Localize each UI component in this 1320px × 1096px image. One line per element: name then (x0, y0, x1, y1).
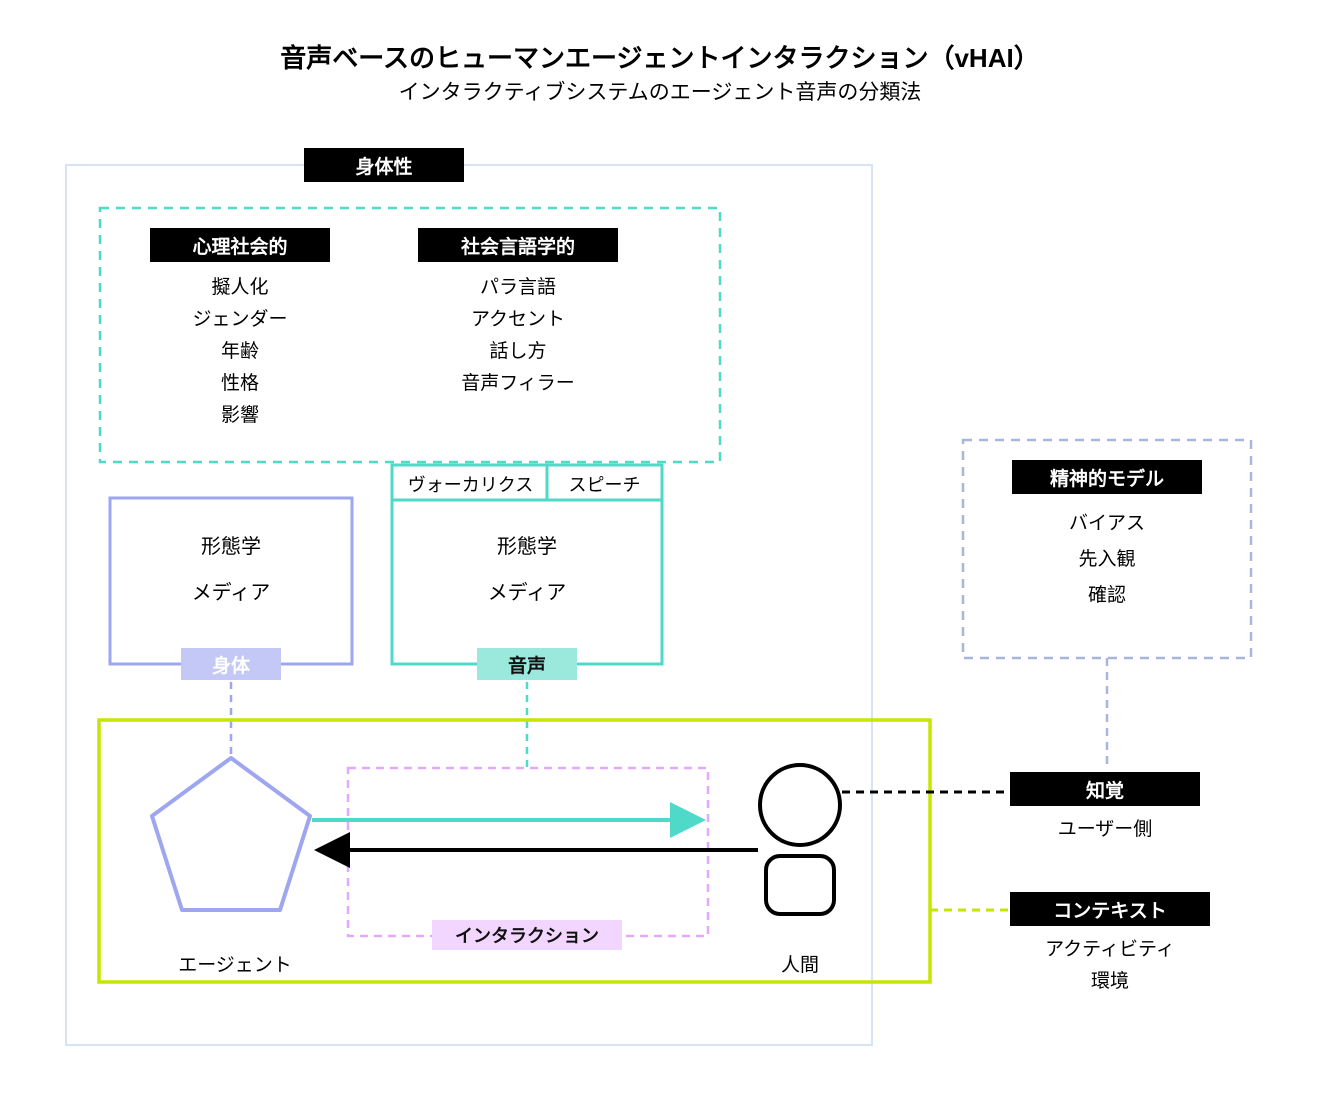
psychosocial-header: 心理社会的 (150, 228, 330, 262)
voice-footer: 音声 (477, 648, 577, 680)
interaction-label: インタラクション (432, 920, 622, 950)
list-item: 擬人化 (150, 272, 330, 299)
list-item: アクティビティ (1010, 934, 1210, 961)
voice-tab-vocalics: ヴォーカリクス (392, 471, 549, 497)
list-item: 環境 (1010, 966, 1210, 993)
list-item: 先入観 (1012, 544, 1202, 571)
agent-label: エージェント (160, 950, 310, 977)
human-label: 人間 (760, 950, 840, 977)
list-item: 形態学 (110, 530, 352, 559)
voice-tab-speech: スピーチ (547, 471, 662, 497)
list-item: アクセント (418, 304, 618, 331)
embodiment-header: 身体性 (304, 148, 464, 182)
diagram-canvas: 音声ベースのヒューマンエージェントインタラクション（vHAI） インタラクティブ… (0, 0, 1320, 1096)
perception-header: 知覚 (1010, 772, 1200, 806)
list-item: 性格 (150, 368, 330, 395)
mental-model-header: 精神的モデル (1012, 460, 1202, 494)
list-item: ジェンダー (150, 304, 330, 331)
perception-caption: ユーザー側 (1010, 814, 1200, 841)
list-item: バイアス (1012, 508, 1202, 535)
list-item: パラ言語 (418, 272, 618, 299)
list-item: 話し方 (418, 336, 618, 363)
sociolinguistic-header: 社会言語学的 (418, 228, 618, 262)
list-item: 形態学 (392, 530, 662, 559)
context-header: コンテキスト (1010, 892, 1210, 926)
body-footer: 身体 (181, 648, 281, 680)
diagram-subtitle: インタラクティブシステムのエージェント音声の分類法 (0, 76, 1320, 106)
list-item: メディア (110, 576, 352, 605)
list-item: 影響 (150, 400, 330, 427)
list-item: 音声フィラー (418, 368, 618, 395)
list-item: 年齢 (150, 336, 330, 363)
list-item: メディア (392, 576, 662, 605)
diagram-title: 音声ベースのヒューマンエージェントインタラクション（vHAI） (0, 38, 1320, 75)
list-item: 確認 (1012, 580, 1202, 607)
